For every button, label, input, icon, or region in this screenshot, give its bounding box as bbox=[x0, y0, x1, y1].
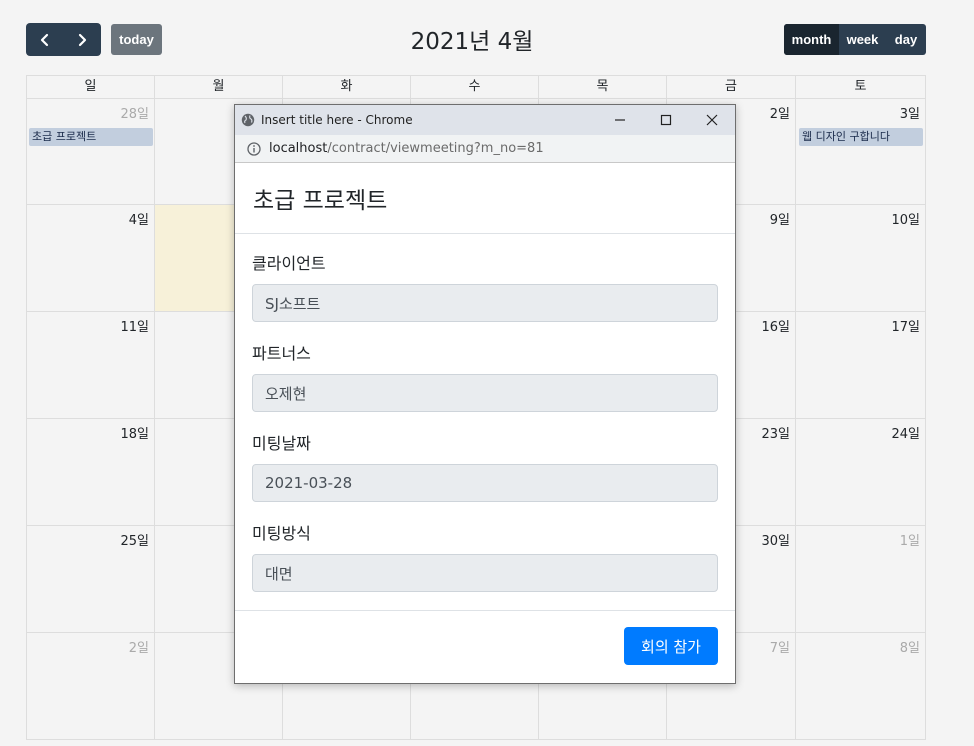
day-number: 18일 bbox=[120, 427, 149, 442]
address-bar[interactable]: localhost/contract/viewmeeting?m_no=81 bbox=[235, 135, 735, 163]
calendar-page: today 2021년 4월 month week day 일 월 화 수 목 금 토 28일… bbox=[0, 0, 974, 746]
view-switcher: month week day bbox=[784, 24, 926, 55]
close-button[interactable] bbox=[689, 105, 735, 135]
meeting-method-field[interactable] bbox=[252, 554, 718, 592]
day-cell[interactable]: 28일 bbox=[26, 99, 155, 205]
week-view-button[interactable]: week bbox=[839, 24, 886, 55]
month-view-button[interactable]: month bbox=[784, 24, 839, 55]
day-number: 23일 bbox=[761, 427, 790, 442]
day-number: 17일 bbox=[891, 320, 920, 335]
modal-body: 클라이언트 파트너스 미팅날짜 미팅방식 bbox=[235, 234, 735, 610]
day-view-button[interactable]: day bbox=[886, 24, 926, 55]
day-number: 3일 bbox=[899, 107, 920, 122]
day-cell[interactable]: 25일 bbox=[26, 526, 155, 633]
calendar-event[interactable]: 웹 디자인 구합니다 bbox=[799, 128, 923, 146]
day-cell[interactable]: 10일 bbox=[796, 205, 926, 312]
weekday-header: 목 bbox=[539, 75, 667, 99]
meeting-date-label: 미팅날짜 bbox=[252, 434, 311, 453]
modal-footer: 회의 참가 bbox=[235, 610, 735, 683]
client-label: 클라이언트 bbox=[252, 254, 326, 273]
day-number: 2일 bbox=[769, 107, 790, 122]
day-cell[interactable]: 2일 bbox=[26, 633, 155, 740]
calendar-event[interactable]: 초급 프로젝트 bbox=[29, 128, 153, 146]
meeting-date-field[interactable] bbox=[252, 464, 718, 502]
day-number: 24일 bbox=[891, 427, 920, 442]
weekday-header: 수 bbox=[411, 75, 539, 99]
day-number: 10일 bbox=[891, 213, 920, 228]
day-number: 16일 bbox=[761, 320, 790, 335]
maximize-icon bbox=[660, 114, 672, 126]
day-cell[interactable]: 4일 bbox=[26, 205, 155, 312]
weekday-header: 화 bbox=[283, 75, 411, 99]
info-icon[interactable] bbox=[247, 141, 261, 156]
meeting-popup-window: Insert title here - Chrome localhost/con… bbox=[234, 104, 736, 684]
window-title: Insert title here - Chrome bbox=[261, 113, 413, 127]
day-number: 4일 bbox=[128, 213, 149, 228]
day-number: 9일 bbox=[769, 213, 790, 228]
weekday-header: 토 bbox=[796, 75, 926, 99]
modal-title: 초급 프로젝트 bbox=[253, 188, 388, 214]
day-number: 8일 bbox=[899, 641, 920, 656]
url-host: localhost bbox=[269, 141, 328, 156]
client-field[interactable] bbox=[252, 284, 718, 322]
day-cell[interactable]: 17일 bbox=[796, 312, 926, 419]
day-cell[interactable]: 8일 bbox=[796, 633, 926, 740]
partners-label: 파트너스 bbox=[252, 344, 311, 363]
day-number: 7일 bbox=[769, 641, 790, 656]
day-cell[interactable]: 3일 bbox=[796, 99, 926, 205]
weekday-header: 일 bbox=[26, 75, 155, 99]
modal-header: 초급 프로젝트 bbox=[235, 163, 735, 234]
day-cell[interactable]: 11일 bbox=[26, 312, 155, 419]
weekday-header: 월 bbox=[155, 75, 283, 99]
url-path: /contract/viewmeeting?m_no=81 bbox=[327, 141, 544, 156]
day-number: 25일 bbox=[120, 534, 149, 549]
day-number: 28일 bbox=[120, 107, 149, 122]
maximize-button[interactable] bbox=[643, 105, 689, 135]
day-cell[interactable]: 1일 bbox=[796, 526, 926, 633]
day-cell[interactable]: 24일 bbox=[796, 419, 926, 526]
globe-icon bbox=[241, 113, 255, 127]
day-number: 11일 bbox=[120, 320, 149, 335]
window-titlebar: Insert title here - Chrome bbox=[235, 105, 735, 135]
weekday-header: 금 bbox=[667, 75, 796, 99]
day-number: 30일 bbox=[761, 534, 790, 549]
close-icon bbox=[706, 114, 718, 126]
minimize-button[interactable] bbox=[597, 105, 643, 135]
day-number: 2일 bbox=[128, 641, 149, 656]
day-cell[interactable]: 18일 bbox=[26, 419, 155, 526]
day-number: 1일 bbox=[899, 534, 920, 549]
partners-field[interactable] bbox=[252, 374, 718, 412]
minimize-icon bbox=[615, 119, 625, 121]
meeting-method-label: 미팅방식 bbox=[252, 524, 311, 543]
join-meeting-button[interactable]: 회의 참가 bbox=[624, 627, 718, 665]
